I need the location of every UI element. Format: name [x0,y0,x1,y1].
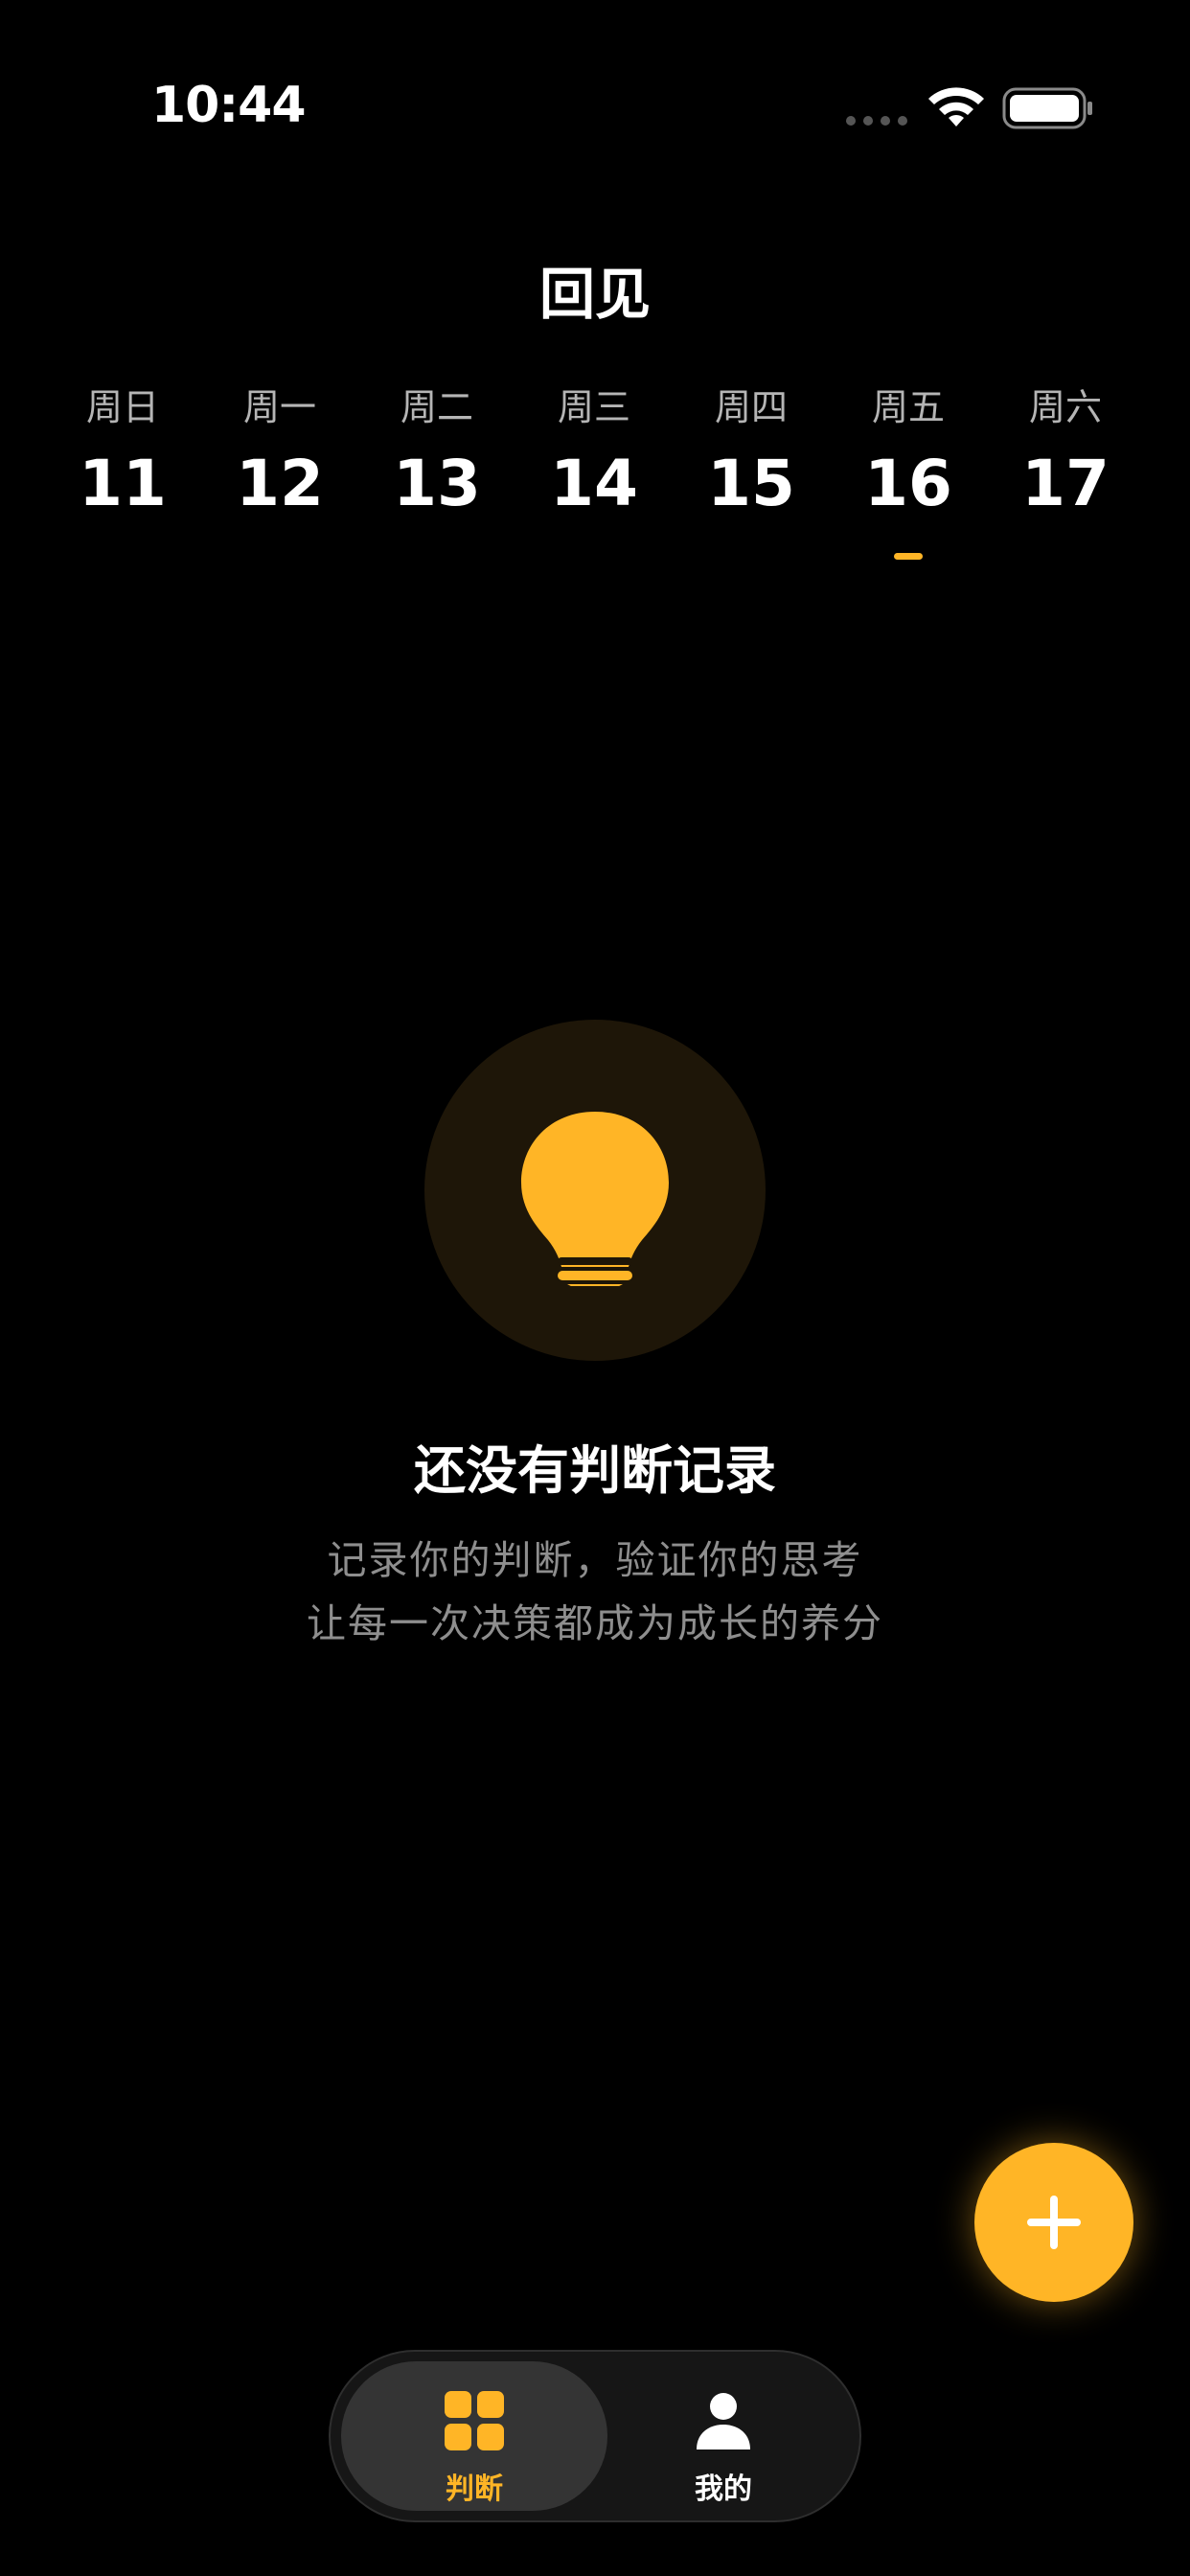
day-saturday[interactable]: 周六 17 [998,379,1133,522]
empty-state-title: 还没有判断记录 [414,1440,776,1501]
day-label: 周四 [714,386,788,428]
day-label: 周日 [85,386,159,428]
lightbulb-icon [521,1112,669,1286]
day-label: 周一 [242,386,316,428]
plus-icon [1027,2196,1081,2249]
tab-label: 我的 [695,2472,752,2506]
day-number: 17 [1021,447,1110,520]
tab-label: 判断 [446,2472,503,2506]
day-label: 周五 [871,386,945,428]
add-record-button[interactable] [974,2143,1133,2302]
day-number: 11 [79,447,167,520]
person-icon [697,2393,750,2450]
day-number: 16 [864,447,952,520]
day-tuesday[interactable]: 周二 13 [370,379,504,522]
day-monday[interactable]: 周一 12 [213,379,347,522]
day-sunday[interactable]: 周日 11 [56,379,190,522]
battery-icon [1002,87,1092,129]
grid-icon [445,2391,504,2450]
empty-state-description: 记录你的判断，验证你的思考 [327,1537,863,1583]
day-number: 12 [236,447,324,520]
tab-mine[interactable]: 我的 [608,2361,838,2511]
day-label: 周二 [400,386,473,428]
selected-day-indicator [894,553,923,560]
day-thursday[interactable]: 周四 15 [684,379,818,522]
day-number: 13 [393,447,481,520]
page-title: 回见 [538,262,651,327]
day-label: 周三 [557,386,630,428]
day-number: 15 [707,447,795,520]
day-wednesday[interactable]: 周三 14 [527,379,661,522]
day-label: 周六 [1028,386,1102,428]
empty-state-description: 让每一次决策都成为成长的养分 [307,1600,883,1646]
status-time: 10:44 [151,77,307,134]
wifi-icon [928,87,984,126]
empty-state-icon-circle [424,1020,766,1361]
day-number: 14 [550,447,638,520]
tab-bar: 判断 我的 [329,2350,861,2522]
tab-judge[interactable]: 判断 [341,2361,607,2511]
status-bar: 10:44 [0,0,1190,144]
week-strip: 周日 11 周一 12 周二 13 周三 14 周四 15 周五 16 周六 1… [0,379,1190,570]
day-friday-selected[interactable]: 周五 16 [841,379,975,522]
signal-dots-icon [846,116,907,126]
